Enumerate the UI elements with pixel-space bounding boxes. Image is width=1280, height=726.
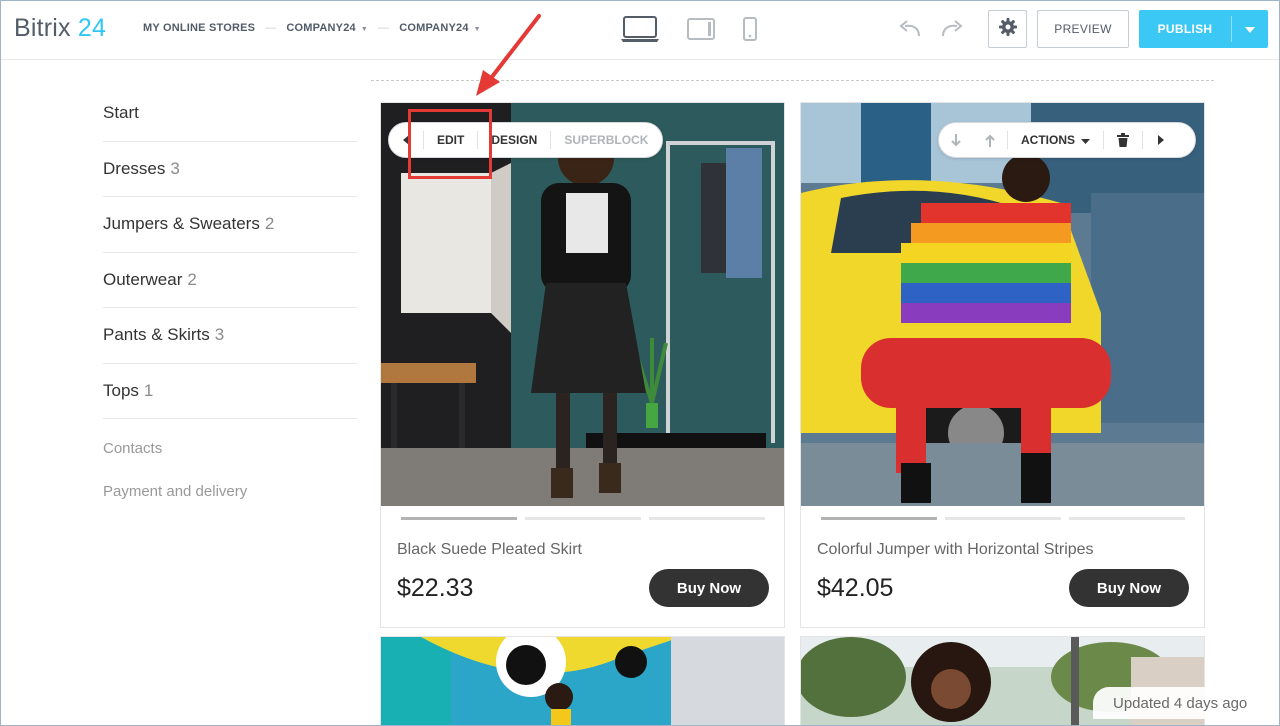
product-name[interactable]: Black Suede Pleated Skirt <box>397 541 582 559</box>
breadcrumb-company-store-label: COMPANY24 <box>286 22 356 34</box>
preview-button[interactable]: PREVIEW <box>1037 10 1129 48</box>
breadcrumb-my-online-stores[interactable]: MY ONLINE STORES <box>143 22 255 34</box>
nav-item-label: Pants & Skirts <box>103 325 210 345</box>
gear-icon <box>998 17 1017 41</box>
product-name[interactable]: Colorful Jumper with Horizontal Stripes <box>817 541 1094 559</box>
nav-item-outerwear[interactable]: Outerwear 2 <box>103 253 357 308</box>
trash-icon[interactable] <box>1104 133 1142 147</box>
product-price: $42.05 <box>817 574 894 602</box>
nav-item-jumpers-sweaters[interactable]: Jumpers & Sweaters 2 <box>103 197 357 253</box>
product-price: $22.33 <box>397 574 474 602</box>
desktop-icon[interactable] <box>620 15 660 43</box>
slider-dot[interactable] <box>401 517 517 520</box>
block-actions-toolbar: ACTIONS <box>938 122 1196 158</box>
publish-label: PUBLISH <box>1157 22 1213 36</box>
product-photo[interactable] <box>801 103 1204 506</box>
breadcrumb-separator: — <box>378 22 390 34</box>
category-menu: Start Dresses 3 Jumpers & Sweaters 2 Outer… <box>103 86 357 526</box>
nav-item-count: 2 <box>187 269 197 289</box>
actions-label: ACTIONS <box>1021 133 1075 147</box>
slider-dot[interactable] <box>1069 517 1185 520</box>
superblock-button[interactable]: SUPERBLOCK <box>551 133 661 147</box>
nav-item-dresses[interactable]: Dresses 3 <box>103 142 357 197</box>
nav-item-tops[interactable]: Tops 1 <box>103 364 357 419</box>
annotation-arrow-icon <box>476 14 541 96</box>
breadcrumb: MY ONLINE STORES — COMPANY24 ▼ — COMPANY2… <box>143 22 481 34</box>
slider-dot[interactable] <box>525 517 641 520</box>
link-contacts[interactable]: Contacts <box>103 440 357 483</box>
breadcrumb-separator: — <box>265 22 277 34</box>
nav-item-label: Jumpers & Sweaters <box>103 214 260 234</box>
redo-icon[interactable] <box>938 17 964 41</box>
scroll-right-icon[interactable] <box>1143 135 1179 145</box>
logo-number: 24 <box>77 14 107 42</box>
logo-text: Bitrix <box>14 14 71 42</box>
move-down-icon[interactable] <box>939 133 973 147</box>
publish-button[interactable]: PUBLISH <box>1139 10 1268 48</box>
breadcrumb-company-page[interactable]: COMPANY24 ▼ <box>399 22 481 34</box>
tablet-icon[interactable] <box>686 17 716 41</box>
breadcrumb-company-store[interactable]: COMPANY24 ▼ <box>286 22 368 34</box>
slider-dot[interactable] <box>945 517 1061 520</box>
nav-item-start[interactable]: Start <box>103 86 357 142</box>
product-card: Colorful Jumper with Horizontal Stripes … <box>800 102 1205 628</box>
move-up-icon[interactable] <box>973 134 1007 147</box>
breadcrumb-company-page-label: COMPANY24 <box>399 22 469 34</box>
product-card <box>380 636 785 726</box>
slider-dot[interactable] <box>821 517 937 520</box>
bitrix24-logo[interactable]: Bitrix 24 <box>14 14 106 43</box>
nav-item-label: Outerwear <box>103 269 183 289</box>
product-card: Black Suede Pleated Skirt $22.33 Buy Now <box>380 102 785 628</box>
nav-item-label: Tops <box>103 380 139 400</box>
highlight-box <box>408 109 492 179</box>
nav-item-pants-skirts[interactable]: Pants & Skirts 3 <box>103 308 357 364</box>
caret-down-icon: ▼ <box>360 26 368 33</box>
actions-dropdown[interactable]: ACTIONS <box>1008 133 1103 147</box>
slider-dot[interactable] <box>649 517 765 520</box>
updated-status: Updated 4 days ago <box>1093 687 1268 719</box>
caret-down-icon <box>1245 22 1255 36</box>
nav-item-label: Dresses <box>103 158 166 178</box>
publish-dropdown[interactable] <box>1232 22 1268 36</box>
nav-item-count: 2 <box>264 214 275 234</box>
undo-icon[interactable] <box>898 17 924 41</box>
buy-now-button[interactable]: Buy Now <box>1069 569 1189 607</box>
slider-dots <box>401 517 773 520</box>
nav-item-count: 1 <box>143 380 154 400</box>
secondary-links: Contacts Payment and delivery <box>103 440 357 526</box>
editor-toolbar: Bitrix 24 MY ONLINE STORES — COMPANY24 ▼ … <box>0 0 1280 60</box>
device-switcher <box>620 15 784 43</box>
caret-down-icon <box>1081 133 1090 147</box>
link-payment-delivery[interactable]: Payment and delivery <box>103 483 357 526</box>
nav-item-label: Start <box>103 103 139 123</box>
nav-item-count: 3 <box>214 325 225 345</box>
mobile-icon[interactable] <box>742 16 758 42</box>
buy-now-button[interactable]: Buy Now <box>649 569 769 607</box>
product-photo[interactable] <box>381 637 784 725</box>
nav-item-count: 3 <box>170 158 180 178</box>
settings-button[interactable] <box>988 10 1027 48</box>
slider-dots <box>821 517 1193 520</box>
history-controls <box>898 17 978 41</box>
